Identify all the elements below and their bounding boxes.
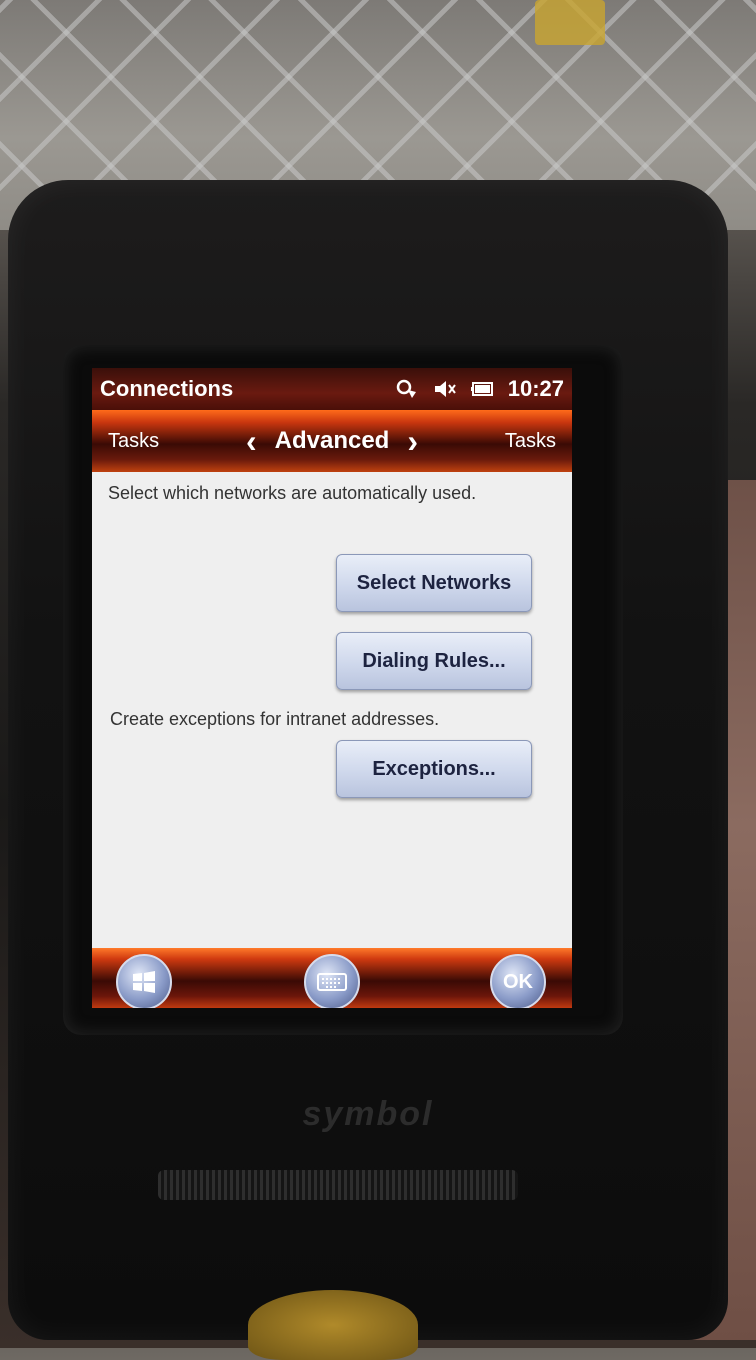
soft-key-bar: OK	[92, 948, 572, 1008]
status-area[interactable]: 10:27	[394, 376, 564, 402]
windows-logo-icon	[133, 971, 155, 993]
keyboard-icon	[317, 973, 347, 991]
dialing-rules-button[interactable]: Dialing Rules...	[336, 632, 532, 690]
tab-tasks-left[interactable]: Tasks	[108, 430, 159, 453]
background-object	[535, 0, 605, 45]
exceptions-description: Create exceptions for intranet addresses…	[110, 709, 440, 729]
title-bar: Connections 10:27	[92, 368, 572, 410]
status-time: 10:27	[507, 376, 564, 401]
speaker-grille	[158, 1170, 518, 1200]
battery-icon	[470, 382, 493, 396]
tab-navigation-bar: Tasks ‹ Advanced › Tasks	[92, 410, 572, 472]
select-networks-button[interactable]: Select Networks	[336, 554, 532, 612]
window-title: Connections	[100, 376, 234, 401]
advanced-page-content: Select which networks are automatically …	[92, 472, 572, 948]
connectivity-icon	[396, 379, 416, 398]
start-button[interactable]	[116, 954, 172, 1008]
tab-center: ‹ Advanced ›	[246, 425, 418, 457]
device-brand-logo: symbol	[302, 1095, 434, 1133]
tab-tasks-right[interactable]: Tasks	[505, 430, 556, 453]
device-screen: Connections 10:27 Tasks ‹ Advanced › Tas…	[92, 368, 572, 1008]
networks-description: Select which networks are automatically …	[108, 483, 477, 503]
tab-advanced[interactable]: Advanced	[275, 427, 390, 455]
volume-muted-icon	[434, 381, 456, 397]
exceptions-button[interactable]: Exceptions...	[336, 740, 532, 798]
scan-trigger-button[interactable]	[248, 1290, 418, 1360]
chevron-right-icon[interactable]: ›	[407, 425, 418, 457]
ok-button[interactable]: OK	[490, 954, 546, 1008]
keyboard-button[interactable]	[304, 954, 360, 1008]
chevron-left-icon[interactable]: ‹	[246, 425, 257, 457]
